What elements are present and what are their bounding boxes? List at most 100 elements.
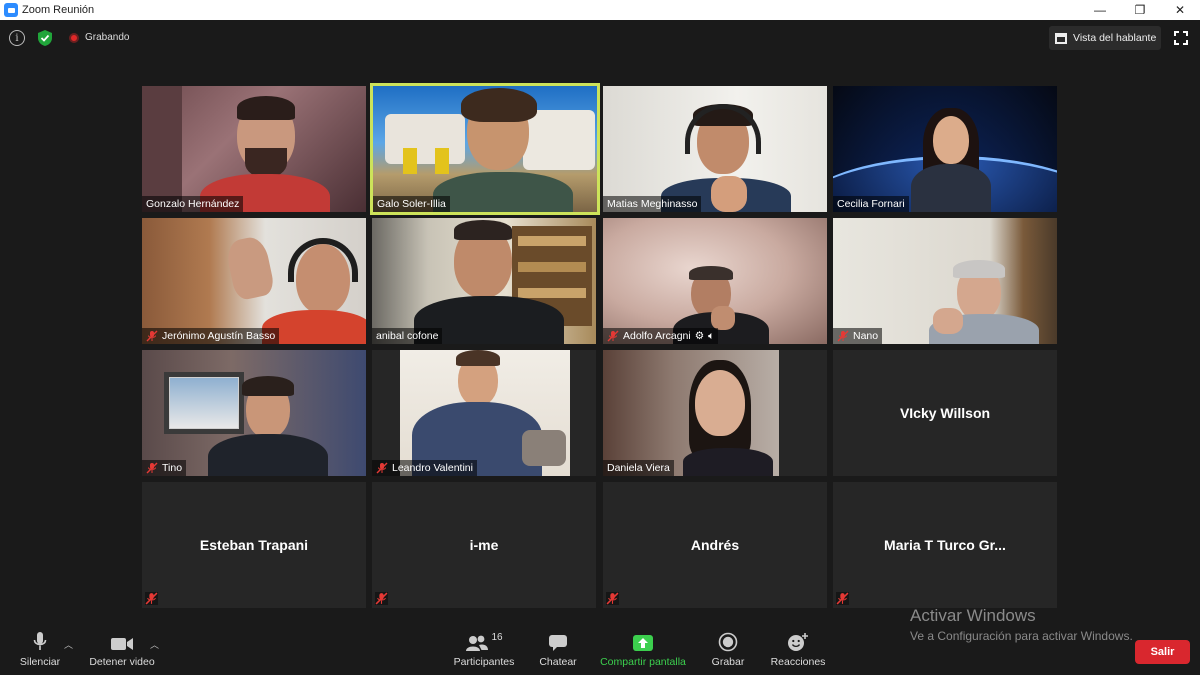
video-feed [603,350,827,476]
speaker-view-button[interactable]: Vista del hablante [1049,26,1161,50]
chat-bubble-icon [549,635,567,651]
window-titlebar: Zoom Reunión — ❐ ✕ [0,0,1200,20]
settings-gear-icon: ⚙ [694,330,705,342]
video-tile-no-video[interactable]: VIcky Willson [833,350,1057,476]
mute-label: Silenciar [19,656,61,668]
video-feed [603,218,827,344]
participant-name-tag: Adolfo Arcagni ⚙ 🔈︎ [603,328,719,344]
participant-name-tag: Matias Meghinasso [603,196,702,212]
participant-name: i-me [469,537,499,553]
video-tile-no-video[interactable]: Esteban Trapani [142,482,366,608]
participant-name: Maria T Turco Gr... [884,537,1006,553]
video-feed [372,350,596,476]
stop-video-button[interactable]: Detener video [88,628,156,668]
chat-button[interactable]: Chatear [536,628,580,668]
meeting-topbar: i Grabando Vista del hablante [0,20,1200,58]
window-title: Zoom Reunión [22,4,95,16]
participant-name: Adolfo Arcagni [623,330,691,342]
video-feed [833,218,1057,344]
participant-name: Matias Meghinasso [607,198,698,210]
participant-name-tag: Nano [833,328,883,344]
participant-name-tag: Tino [142,460,187,476]
audio-options-chevron-icon[interactable]: ︿ [64,638,73,651]
zoom-app-icon [4,3,18,17]
participants-button[interactable]: 16 Participantes [450,628,518,668]
microphone-icon [33,632,47,650]
shield-icon[interactable] [37,29,53,47]
stop-video-label: Detener video [89,656,155,668]
reactions-button[interactable]: Reacciones [768,628,828,668]
participant-name: Gonzalo Hernández [146,198,240,210]
info-icon[interactable]: i [9,30,25,46]
video-tile[interactable]: Leandro Valentini [372,350,596,476]
restore-button[interactable]: ❐ [1120,0,1160,20]
participant-name: Esteban Trapani [199,537,309,553]
speaker-icon: 🔈︎ [708,329,715,342]
muted-mic-icon [145,592,158,605]
muted-mic-icon [836,592,849,605]
video-tile-no-video[interactable]: i-me [372,482,596,608]
record-button[interactable]: Grabar [708,628,748,668]
muted-mic-icon [375,592,388,605]
video-feed [142,86,366,212]
participant-name: Jerónimo Agustín Basso [162,330,276,342]
record-label: Grabar [711,656,745,668]
participant-name: Nano [853,330,879,342]
participant-name: Cecilia Fornari [837,198,905,210]
video-options-chevron-icon[interactable]: ︿ [150,638,159,651]
speaker-view-icon [1055,32,1067,44]
speaker-view-label: Vista del hablante [1073,32,1157,44]
video-camera-icon [111,638,133,650]
participant-name-tag: anibal cofone [372,328,443,344]
muted-mic-icon [146,462,158,474]
meeting-toolbar: Silenciar ︿ Detener video ︿ 16 Participa… [0,628,1200,675]
participant-name-tag: Galo Soler-Illia [373,196,450,212]
share-screen-button[interactable]: Compartir pantalla [598,628,688,668]
recording-label: Grabando [85,32,130,43]
muted-mic-icon [146,330,158,342]
smiley-reaction-icon [788,633,808,651]
participant-name-tag: Gonzalo Hernández [142,196,244,212]
participant-name-tag: Cecilia Fornari [833,196,909,212]
leave-meeting-button[interactable]: Salir [1135,640,1190,664]
video-tile[interactable]: Jerónimo Agustín Basso [142,218,366,344]
video-tile-active-speaker[interactable]: Galo Soler-Illia [370,83,600,215]
video-tile[interactable]: Matias Meghinasso [603,86,827,212]
video-feed [833,86,1057,212]
video-tile[interactable]: Tino [142,350,366,476]
video-tile[interactable]: Nano [833,218,1057,344]
video-feed [142,350,366,476]
video-tile[interactable]: Gonzalo Hernández [142,86,366,212]
participant-name-tag: Leandro Valentini [372,460,477,476]
share-screen-icon [633,635,653,651]
record-icon [718,632,738,652]
participant-name-tag: Daniela Viera [603,460,674,476]
minimize-button[interactable]: — [1080,0,1120,20]
gallery-grid: Gonzalo Hernández Galo Soler-Illia Matia… [142,83,1058,608]
video-tile-no-video[interactable]: Maria T Turco Gr... [833,482,1057,608]
muted-mic-icon [607,330,619,342]
muted-mic-icon [606,592,619,605]
participant-name: VIcky Willson [899,405,991,421]
video-tile-no-video[interactable]: Andrés [603,482,827,608]
participant-name: anibal cofone [376,330,439,342]
participants-icon [466,635,489,651]
participant-name-tag: Jerónimo Agustín Basso [142,328,280,344]
participants-label: Participantes [453,656,515,668]
fullscreen-icon[interactable] [1174,31,1188,45]
video-tile[interactable]: Cecilia Fornari [833,86,1057,212]
participant-name: Galo Soler-Illia [377,198,446,210]
mute-button[interactable]: Silenciar [16,628,64,668]
close-button[interactable]: ✕ [1160,0,1200,20]
participant-name: Daniela Viera [607,462,670,474]
reactions-label: Reacciones [770,656,826,668]
video-feed [373,86,597,212]
video-tile[interactable]: anibal cofone [372,218,596,344]
participant-name: Andrés [690,537,740,553]
chat-label: Chatear [539,656,577,668]
video-tile[interactable]: Daniela Viera [603,350,827,476]
watermark-title: Activar Windows [910,606,1036,625]
video-tile[interactable]: Adolfo Arcagni ⚙ 🔈︎ [603,218,827,344]
muted-mic-icon [837,330,849,342]
share-screen-label: Compartir pantalla [600,656,686,668]
